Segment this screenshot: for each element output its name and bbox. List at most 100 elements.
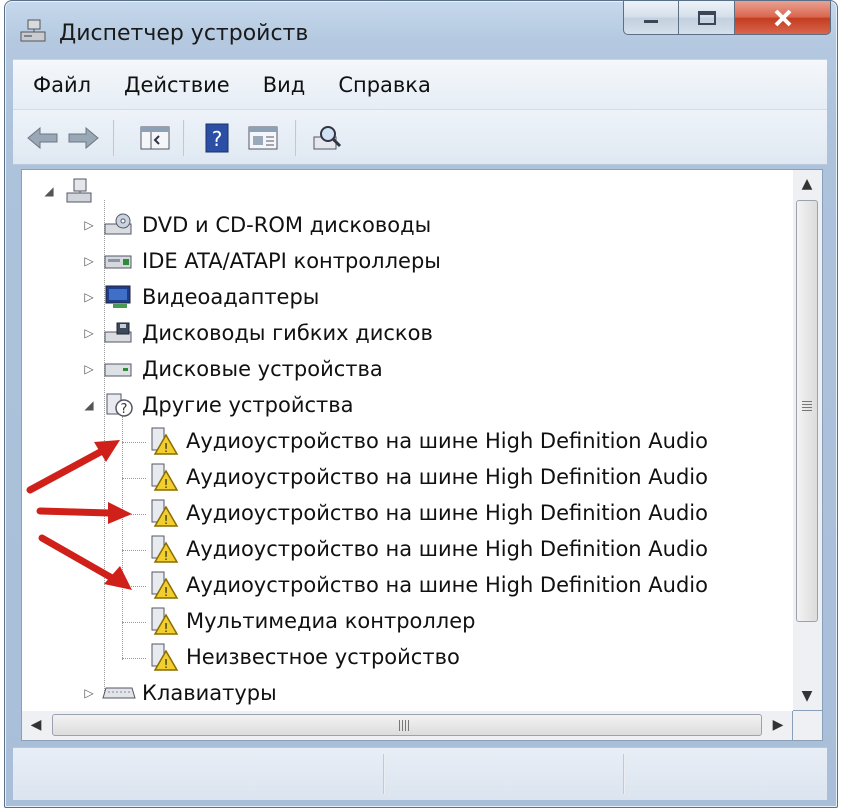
annotation-arrow (38, 534, 132, 590)
title-bar[interactable]: Диспетчер устройств (5, 1, 837, 59)
device-manager-app-icon (20, 19, 46, 42)
tree-category-disk[interactable]: ▷ Дисковые устройства (82, 352, 383, 386)
scroll-right-button[interactable]: ▶ (764, 711, 792, 739)
status-bar (13, 747, 827, 800)
warning-device-icon: ! (146, 498, 180, 528)
scroll-down-button[interactable]: ▼ (793, 682, 821, 710)
tree-device-label: Аудиоустройство на шине High Definition … (186, 429, 708, 453)
properties-button[interactable] (245, 120, 281, 156)
unknown-device-icon: ? (102, 390, 136, 420)
tree-device-label: Аудиоустройство на шине High Definition … (186, 501, 708, 525)
collapse-icon[interactable]: ◢ (42, 184, 56, 198)
tree-category-keyboards[interactable]: ▷ Клавиатуры (82, 676, 276, 710)
svg-text:!: ! (164, 477, 169, 491)
tree-device-unknown[interactable]: ! Неизвестное устройство (146, 640, 460, 674)
scrollbar-corner (793, 711, 823, 741)
tree-device-multimedia-controller[interactable]: ! Мультимедиа контроллер (146, 604, 475, 638)
expand-icon[interactable]: ▷ (82, 254, 96, 268)
expand-icon[interactable]: ▷ (82, 326, 96, 340)
tree-connector-line (122, 622, 146, 623)
console-tree-button[interactable] (137, 120, 173, 156)
tree-category-label: Дисковые устройства (142, 357, 383, 381)
tree-category-dvd[interactable]: ▷ DVD и CD-ROM дисководы (82, 208, 431, 242)
tree-device-label: Аудиоустройство на шине High Definition … (186, 537, 708, 561)
tree-device-hd-audio[interactable]: ! Аудиоустройство на шине High Definitio… (146, 460, 708, 494)
device-tree[interactable]: ◢ ▷ DVD и CD-ROM дисководы ▷ IDE ATA/ATA… (21, 169, 795, 713)
tree-category-other-devices[interactable]: ◢ ? Другие устройства (82, 388, 354, 422)
help-button[interactable]: ? (199, 120, 235, 156)
expand-icon[interactable]: ▷ (82, 218, 96, 232)
warning-device-icon: ! (146, 534, 180, 564)
menu-action[interactable]: Действие (104, 73, 230, 97)
toolbar-separator (295, 120, 297, 156)
tree-connector-line (122, 442, 146, 443)
warning-device-icon: ! (146, 570, 180, 600)
display-adapter-icon (102, 282, 136, 312)
tree-device-hd-audio[interactable]: ! Аудиоустройство на шине High Definitio… (146, 532, 708, 566)
help-icon: ? (205, 123, 229, 153)
back-arrow-icon (27, 126, 58, 150)
back-button[interactable] (25, 120, 61, 156)
tree-category-ide[interactable]: ▷ IDE ATA/ATAPI контроллеры (82, 244, 441, 278)
window-title: Диспетчер устройств (59, 21, 309, 46)
svg-text:!: ! (164, 657, 169, 671)
menu-file[interactable]: Файл (13, 73, 91, 97)
minimize-button[interactable] (623, 1, 679, 35)
toolbar-separator (183, 120, 185, 156)
forward-button[interactable] (65, 120, 101, 156)
svg-text:!: ! (164, 621, 169, 635)
tree-root-computer[interactable]: ◢ (42, 174, 102, 208)
scroll-up-button[interactable]: ▲ (793, 170, 821, 198)
vertical-scroll-thumb[interactable] (796, 200, 818, 622)
scan-hardware-icon (313, 126, 342, 150)
warning-device-icon: ! (146, 642, 180, 672)
forward-arrow-icon (68, 126, 99, 150)
warning-device-icon: ! (146, 606, 180, 636)
tree-connector-line (122, 658, 146, 659)
tree-category-label: IDE ATA/ATAPI контроллеры (142, 249, 441, 273)
status-separator (623, 754, 625, 794)
expand-icon[interactable]: ▷ (82, 362, 96, 376)
tree-category-label: Видеоадаптеры (142, 285, 320, 309)
show-hide-console-tree-icon (140, 126, 170, 150)
computer-icon (62, 176, 96, 206)
tree-device-label: Аудиоустройство на шине High Definition … (186, 573, 708, 597)
warning-device-icon: ! (146, 426, 180, 456)
menu-help[interactable]: Справка (318, 73, 431, 97)
tree-device-label: Аудиоустройство на шине High Definition … (186, 465, 708, 489)
svg-text:!: ! (164, 441, 169, 455)
annotation-arrow (26, 440, 120, 494)
horizontal-scroll-thumb[interactable] (52, 714, 762, 736)
tree-device-hd-audio[interactable]: ! Аудиоустройство на шине High Definitio… (146, 424, 708, 458)
vertical-scrollbar[interactable]: ▲ ▼ (793, 169, 823, 711)
warning-device-icon: ! (146, 462, 180, 492)
annotation-arrow (36, 502, 132, 524)
status-separator (383, 754, 385, 794)
expand-icon[interactable]: ▷ (82, 290, 96, 304)
tree-category-label: Дисководы гибких дисков (142, 321, 433, 345)
svg-text:!: ! (164, 513, 169, 527)
scan-hardware-button[interactable] (309, 120, 345, 156)
svg-text:?: ? (121, 402, 128, 417)
collapse-icon[interactable]: ◢ (82, 398, 96, 412)
menu-view[interactable]: Вид (243, 73, 306, 97)
svg-text:!: ! (164, 585, 169, 599)
tree-device-hd-audio[interactable]: ! Аудиоустройство на шине High Definitio… (146, 568, 708, 602)
device-manager-window: Диспетчер устройств Файл Действие Вид Сп… (4, 0, 838, 808)
svg-text:?: ? (212, 127, 223, 151)
maximize-button[interactable] (679, 1, 735, 35)
tree-category-label: Другие устройства (142, 393, 354, 417)
tree-category-video[interactable]: ▷ Видеоадаптеры (82, 280, 319, 314)
tree-device-hd-audio[interactable]: ! Аудиоустройство на шине High Definitio… (146, 496, 708, 530)
menu-bar: Файл Действие Вид Справка (13, 59, 827, 110)
floppy-drive-icon (102, 318, 136, 348)
svg-text:!: ! (164, 549, 169, 563)
close-button[interactable] (735, 1, 831, 35)
horizontal-scrollbar[interactable]: ◀ ▶ (21, 711, 793, 741)
keyboard-icon (102, 678, 136, 708)
toolbar: ? (13, 109, 827, 165)
close-icon (774, 9, 791, 26)
expand-icon[interactable]: ▷ (82, 686, 96, 700)
scroll-left-button[interactable]: ◀ (22, 711, 50, 739)
tree-category-floppy[interactable]: ▷ Дисководы гибких дисков (82, 316, 433, 350)
